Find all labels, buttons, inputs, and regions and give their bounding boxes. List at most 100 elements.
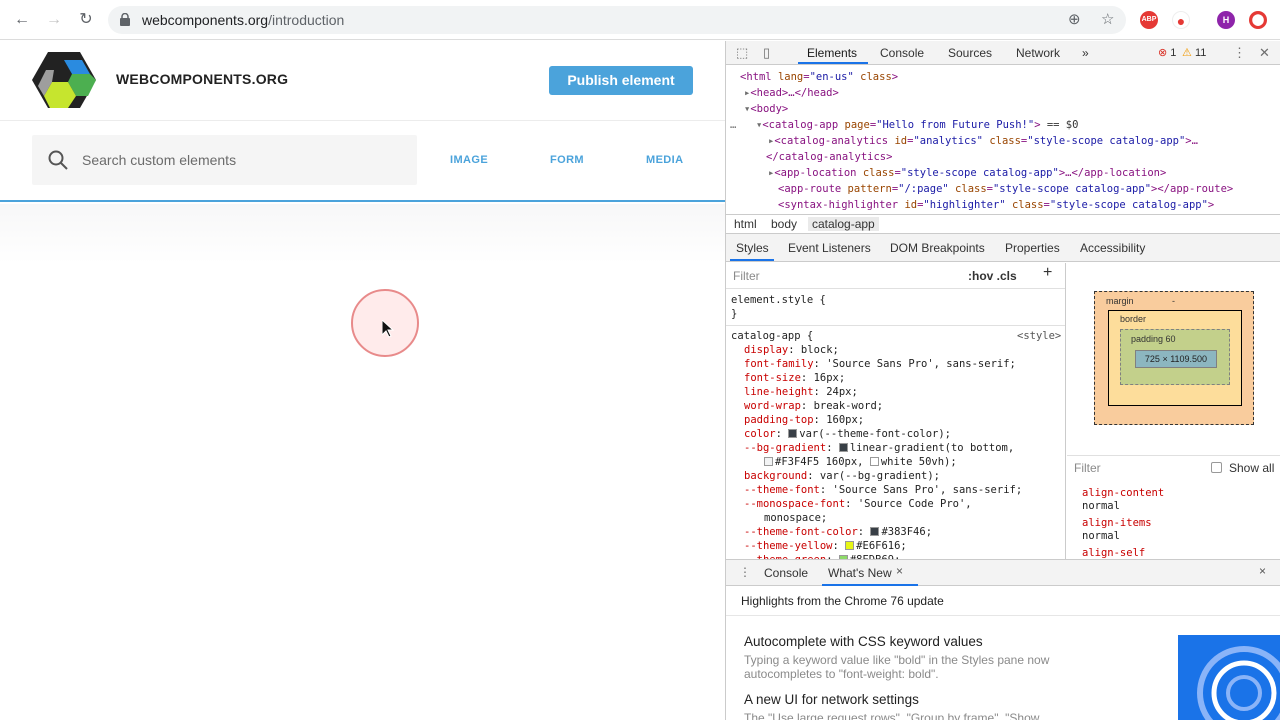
dom-node-catalog-analytics[interactable]: ▸<catalog-analytics id="analytics" class… bbox=[768, 133, 1198, 149]
device-toggle-icon[interactable]: ▯ bbox=[763, 45, 770, 61]
tab-accessibility[interactable]: Accessibility bbox=[1080, 241, 1145, 255]
element-style-rule[interactable]: element.style { bbox=[731, 293, 826, 307]
category-image[interactable]: IMAGE bbox=[450, 154, 488, 166]
drawer-tab-console[interactable]: Console bbox=[764, 566, 808, 580]
whats-new-header: Highlights from the Chrome 76 update bbox=[726, 586, 1280, 616]
color-swatch[interactable] bbox=[788, 429, 798, 438]
hov-cls-toggle[interactable]: :hov .cls bbox=[968, 269, 1017, 283]
error-counter[interactable]: ⊗ 1 bbox=[1158, 46, 1176, 59]
breadcrumb-html[interactable]: html bbox=[730, 217, 761, 231]
computed-property-name[interactable]: align-content bbox=[1082, 487, 1164, 499]
chrome-update-thumbnail[interactable] bbox=[1178, 635, 1280, 720]
computed-property-name[interactable]: align-self bbox=[1082, 547, 1145, 559]
kebab-menu-icon[interactable]: ⋮ bbox=[1233, 45, 1246, 61]
css-property[interactable]: font-family: 'Source Sans Pro', sans-ser… bbox=[744, 357, 1016, 371]
forward-arrow-icon[interactable]: → bbox=[42, 8, 66, 32]
computed-filter-input[interactable]: Filter bbox=[1074, 461, 1101, 475]
box-model-pane: margin - border padding 60 725 × 1109.50… bbox=[1067, 263, 1280, 559]
box-model-border[interactable]: border padding 60 725 × 1109.500 bbox=[1108, 310, 1242, 406]
category-media[interactable]: MEDIA bbox=[646, 154, 683, 166]
css-property[interactable]: --monospace-font: 'Source Code Pro', bbox=[744, 497, 972, 511]
tab-styles[interactable]: Styles bbox=[736, 241, 769, 255]
warning-icon: ⚠ bbox=[1182, 47, 1192, 59]
tab-elements[interactable]: Elements bbox=[807, 46, 857, 60]
close-drawer-icon[interactable]: × bbox=[1259, 564, 1266, 578]
drawer-tab-whats-new[interactable]: What's New bbox=[828, 566, 892, 580]
dom-node-html[interactable]: <html lang="en-us" class> bbox=[740, 69, 898, 85]
search-input[interactable]: Search custom elements bbox=[32, 135, 417, 185]
zoom-plus-icon[interactable]: ⊕ bbox=[1068, 12, 1081, 28]
show-all-checkbox[interactable] bbox=[1211, 462, 1222, 473]
color-swatch[interactable] bbox=[764, 457, 773, 466]
breadcrumb-body[interactable]: body bbox=[767, 217, 801, 231]
color-swatch[interactable] bbox=[845, 541, 855, 550]
css-property[interactable]: --bg-gradient: linear-gradient(to bottom… bbox=[744, 441, 1014, 455]
tab-properties[interactable]: Properties bbox=[1005, 241, 1060, 255]
url-domain: webcomponents.org bbox=[142, 12, 269, 28]
close-tab-icon[interactable]: × bbox=[896, 564, 903, 578]
adblock-extension-icon[interactable]: ABP bbox=[1140, 11, 1158, 29]
tab-console[interactable]: Console bbox=[880, 46, 924, 60]
dom-node-body[interactable]: ▾<body> bbox=[744, 101, 788, 117]
warning-counter[interactable]: ⚠ 11 bbox=[1182, 46, 1206, 59]
webcomponents-logo-icon[interactable] bbox=[32, 52, 96, 108]
box-model-padding[interactable]: padding 60 725 × 1109.500 bbox=[1120, 329, 1230, 385]
dom-node-app-route[interactable]: <app-route pattern="/:page" class="style… bbox=[778, 181, 1233, 197]
dom-node-closing-tag[interactable]: </catalog-analytics> bbox=[766, 149, 892, 165]
css-property[interactable]: background: var(--bg-gradient); bbox=[744, 469, 940, 483]
tab-event-listeners[interactable]: Event Listeners bbox=[788, 241, 871, 255]
extension-red-icon[interactable]: ⬤ bbox=[1249, 11, 1267, 29]
whats-new-item-title[interactable]: A new UI for network settings bbox=[744, 692, 919, 707]
css-property[interactable]: #F3F4F5 160px, white 50vh); bbox=[764, 455, 957, 469]
css-property[interactable]: --theme-font-color: #383F46; bbox=[744, 525, 932, 539]
new-rule-button[interactable]: + bbox=[1043, 265, 1052, 281]
css-property[interactable]: display: block; bbox=[744, 343, 839, 357]
bookmark-star-icon[interactable]: ☆ bbox=[1101, 12, 1114, 28]
computed-property-name[interactable]: align-items bbox=[1082, 517, 1152, 529]
search-placeholder: Search custom elements bbox=[82, 152, 237, 168]
color-swatch[interactable] bbox=[870, 527, 880, 536]
style-source-link[interactable]: <style> bbox=[1017, 329, 1061, 343]
site-title[interactable]: WEBCOMPONENTS.ORG bbox=[116, 71, 288, 87]
tab-sources[interactable]: Sources bbox=[948, 46, 992, 60]
extension-icon[interactable]: ● bbox=[1172, 11, 1190, 29]
css-selector[interactable]: catalog-app { bbox=[731, 329, 813, 343]
box-model-content[interactable]: 725 × 1109.500 bbox=[1135, 350, 1217, 368]
dom-node-head[interactable]: ▸<head>…</head> bbox=[744, 85, 839, 101]
more-tabs-button[interactable]: » bbox=[1082, 46, 1089, 60]
computed-filter-row: Filter Show all bbox=[1067, 455, 1280, 479]
color-swatch[interactable] bbox=[869, 457, 879, 466]
tab-dom-breakpoints[interactable]: DOM Breakpoints bbox=[890, 241, 985, 255]
tab-network[interactable]: Network bbox=[1016, 46, 1060, 60]
breadcrumb-catalog-app[interactable]: catalog-app bbox=[808, 217, 879, 231]
close-devtools-icon[interactable]: ✕ bbox=[1259, 45, 1270, 61]
reload-icon[interactable]: ↻ bbox=[74, 8, 98, 32]
url-text: webcomponents.org/introduction bbox=[142, 12, 344, 28]
whats-new-item-title[interactable]: Autocomplete with CSS keyword values bbox=[744, 634, 983, 649]
styles-filter-input[interactable]: Filter bbox=[733, 269, 760, 283]
active-subtab-indicator bbox=[730, 259, 774, 261]
box-model-margin[interactable]: margin - border padding 60 725 × 1109.50… bbox=[1094, 291, 1254, 425]
color-swatch[interactable] bbox=[838, 443, 848, 452]
drawer-tab-bar: ⋮ Console What's New × × bbox=[726, 559, 1280, 586]
dom-node-syntax-highlighter[interactable]: <syntax-highlighter id="highlighter" cla… bbox=[778, 197, 1214, 213]
css-property[interactable]: color: var(--theme-font-color); bbox=[744, 427, 951, 441]
profile-avatar[interactable]: H bbox=[1217, 11, 1235, 29]
css-property[interactable]: padding-top: 160px; bbox=[744, 413, 864, 427]
drawer-menu-icon[interactable]: ⋮ bbox=[739, 565, 751, 579]
address-bar[interactable]: webcomponents.org/introduction ⊕ ☆ bbox=[108, 6, 1126, 34]
dom-tree: <html lang="en-us" class> ▸<head>…</head… bbox=[730, 69, 1234, 213]
search-icon bbox=[48, 150, 68, 170]
dom-node-app-location[interactable]: ▸<app-location class="style-scope catalo… bbox=[768, 165, 1166, 181]
whats-new-panel: Highlights from the Chrome 76 update Aut… bbox=[726, 586, 1280, 720]
category-form[interactable]: FORM bbox=[550, 154, 584, 166]
css-property[interactable]: line-height: 24px; bbox=[744, 385, 858, 399]
back-arrow-icon[interactable]: ← bbox=[10, 8, 34, 32]
css-property[interactable]: monospace; bbox=[764, 511, 827, 525]
publish-element-button[interactable]: Publish element bbox=[549, 66, 693, 95]
inspect-element-icon[interactable]: ⬚ bbox=[736, 45, 748, 61]
css-property[interactable]: font-size: 16px; bbox=[744, 371, 845, 385]
css-property[interactable]: --theme-font: 'Source Sans Pro', sans-se… bbox=[744, 483, 1022, 497]
css-property[interactable]: word-wrap: break-word; bbox=[744, 399, 883, 413]
css-property[interactable]: --theme-yellow: #E6F616; bbox=[744, 539, 907, 553]
